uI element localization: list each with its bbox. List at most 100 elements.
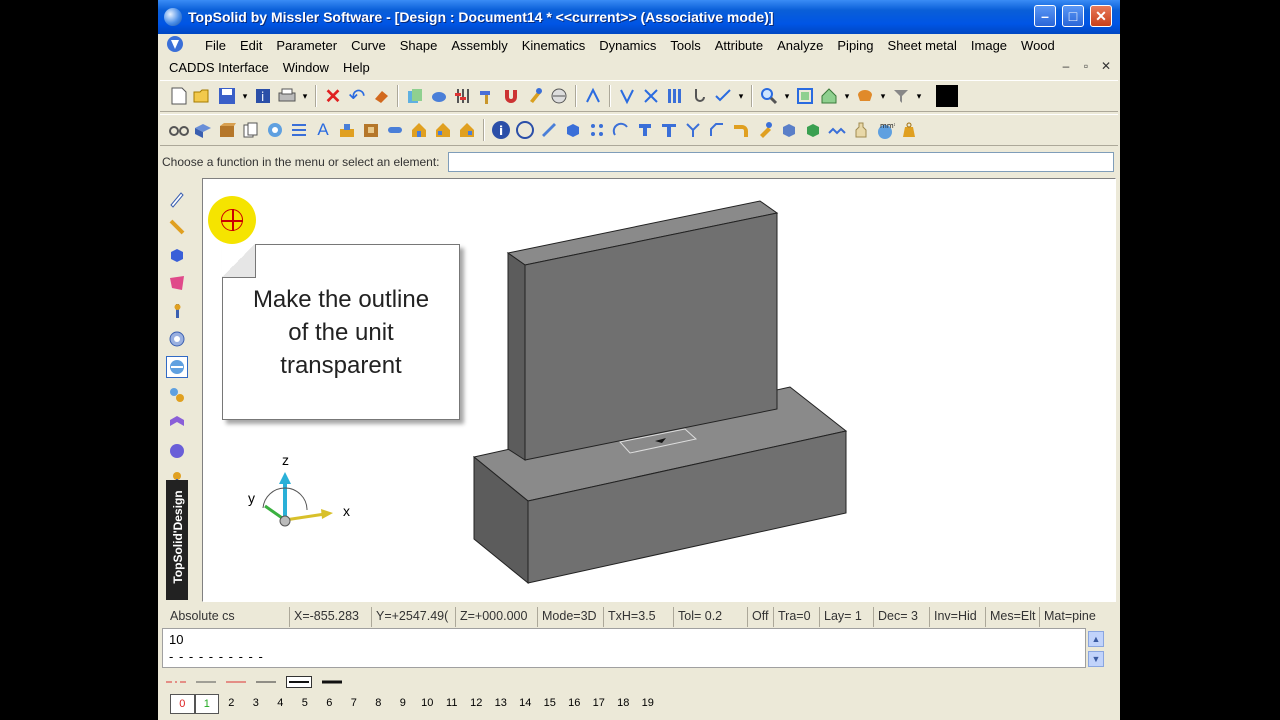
zoom-extents-icon[interactable] <box>794 85 816 107</box>
check-list-icon[interactable] <box>712 85 734 107</box>
layer-6[interactable]: 6 <box>317 694 342 714</box>
shape-cube-icon[interactable] <box>166 244 188 266</box>
text-tool-icon[interactable]: A <box>312 119 334 141</box>
columns-icon[interactable] <box>664 85 686 107</box>
line-style-thick[interactable] <box>322 680 342 684</box>
drill-icon[interactable] <box>754 119 776 141</box>
rib-icon[interactable] <box>658 119 680 141</box>
chamfer-icon[interactable] <box>706 119 728 141</box>
pattern-icon[interactable] <box>826 119 848 141</box>
layer-4[interactable]: 4 <box>268 694 293 714</box>
menu-file[interactable]: File <box>198 38 233 53</box>
menu-piping[interactable]: Piping <box>830 38 880 53</box>
layer-14[interactable]: 14 <box>513 694 538 714</box>
glasses-icon[interactable] <box>168 119 190 141</box>
menu-dynamics[interactable]: Dynamics <box>592 38 663 53</box>
render-dropdown-arrow-icon[interactable]: ▾ <box>878 85 888 107</box>
house-shape-icon[interactable] <box>408 119 430 141</box>
parts-cluster-icon[interactable] <box>166 384 188 406</box>
document-logo-icon[interactable] <box>166 35 184 53</box>
assembly-active-icon[interactable] <box>166 356 188 378</box>
menu-edit[interactable]: Edit <box>233 38 269 53</box>
menu-parameter[interactable]: Parameter <box>269 38 344 53</box>
split-tool-icon[interactable] <box>582 85 604 107</box>
box-icon[interactable] <box>216 119 238 141</box>
layer-17[interactable]: 17 <box>587 694 612 714</box>
layer-11[interactable]: 11 <box>440 694 465 714</box>
line-style-thin-gray[interactable] <box>196 680 216 684</box>
menu-tools[interactable]: Tools <box>663 38 707 53</box>
menu-cadds-interface[interactable]: CADDS Interface <box>162 60 276 75</box>
prompt-input[interactable] <box>448 152 1114 172</box>
panel-side-face[interactable] <box>507 252 526 461</box>
menu-analyze[interactable]: Analyze <box>770 38 830 53</box>
save-icon[interactable] <box>216 85 238 107</box>
circle-icon[interactable] <box>514 119 536 141</box>
fillet-icon[interactable] <box>682 119 704 141</box>
zoom-icon[interactable] <box>758 85 780 107</box>
menu-sheet-metal[interactable]: Sheet metal <box>881 38 964 53</box>
copy-shape-icon[interactable] <box>240 119 262 141</box>
layer-8[interactable]: 8 <box>366 694 391 714</box>
surface-icon[interactable] <box>166 272 188 294</box>
green-solid-icon[interactable] <box>802 119 824 141</box>
layer-16[interactable]: 16 <box>562 694 587 714</box>
status-off[interactable]: Off <box>748 607 774 627</box>
line-style-thin-black[interactable] <box>256 680 276 684</box>
menu-attribute[interactable]: Attribute <box>708 38 770 53</box>
revolve-icon[interactable] <box>264 119 286 141</box>
layer-19[interactable]: 19 <box>636 694 661 714</box>
layer-9[interactable]: 9 <box>391 694 416 714</box>
mdi-restore-button[interactable]: ▫ <box>1078 59 1094 73</box>
render-mode-icon[interactable] <box>854 85 876 107</box>
menu-image[interactable]: Image <box>964 38 1014 53</box>
scroll-down-button[interactable]: ▼ <box>1088 651 1104 667</box>
view-home-icon[interactable] <box>818 85 840 107</box>
hook-icon[interactable] <box>688 85 710 107</box>
layer-15[interactable]: 15 <box>538 694 563 714</box>
undo-icon[interactable]: ↶ <box>346 85 368 108</box>
layer-18[interactable]: 18 <box>611 694 636 714</box>
cube-icon[interactable] <box>562 119 584 141</box>
area-mm2-icon[interactable]: mm² <box>874 119 896 141</box>
status-decimals[interactable]: Dec= 3 <box>874 607 930 627</box>
status-mode[interactable]: Mode=3D <box>538 607 604 627</box>
status-material[interactable]: Mat=pine <box>1040 607 1098 627</box>
house-shape-2-icon[interactable] <box>432 119 454 141</box>
bottle-icon[interactable] <box>850 119 872 141</box>
layer-10[interactable]: 10 <box>415 694 440 714</box>
title-bar[interactable]: TopSolid by Missler Software - [Design :… <box>158 0 1120 34</box>
menu-assembly[interactable]: Assembly <box>444 38 514 53</box>
curve-pencil-icon[interactable] <box>166 216 188 238</box>
close-button[interactable]: ✕ <box>1090 5 1112 27</box>
info-icon[interactable]: i <box>490 119 512 141</box>
kinematics-gear-icon[interactable] <box>166 328 188 350</box>
layer-1[interactable]: 1 <box>194 694 219 714</box>
zoom-dropdown-arrow-icon[interactable]: ▾ <box>782 85 792 107</box>
command-history[interactable]: 10 - - - - - - - - - - <box>162 628 1086 668</box>
menu-wood[interactable]: Wood <box>1014 38 1062 53</box>
layer-12[interactable]: 12 <box>464 694 489 714</box>
status-tolerance[interactable]: Tol= 0.2 <box>674 607 748 627</box>
mdi-close-button[interactable]: ✕ <box>1098 59 1114 73</box>
measure-icon[interactable] <box>538 119 560 141</box>
layer-0[interactable]: 0 <box>170 694 195 714</box>
cross-select-icon[interactable] <box>640 85 662 107</box>
color-swatch-black[interactable] <box>936 85 958 107</box>
menu-kinematics[interactable]: Kinematics <box>515 38 593 53</box>
scroll-up-button[interactable]: ▲ <box>1088 631 1104 647</box>
mdi-minimize-button[interactable]: – <box>1058 59 1074 73</box>
analysis-sphere-icon[interactable] <box>166 440 188 462</box>
pipe-icon[interactable] <box>384 119 406 141</box>
bend-icon[interactable] <box>730 119 752 141</box>
menu-help[interactable]: Help <box>336 60 377 75</box>
sheet-metal-icon[interactable] <box>166 412 188 434</box>
layer-7[interactable]: 7 <box>342 694 367 714</box>
solid-block-icon[interactable] <box>192 119 214 141</box>
filter-dropdown-arrow-icon[interactable]: ▾ <box>914 85 924 107</box>
status-measure[interactable]: Mes=Elt <box>986 607 1040 627</box>
maximize-button[interactable]: □ <box>1062 5 1084 27</box>
layer-13[interactable]: 13 <box>489 694 514 714</box>
status-text-height[interactable]: TxH=3.5 <box>604 607 674 627</box>
delete-icon[interactable]: ✕ <box>322 85 344 108</box>
